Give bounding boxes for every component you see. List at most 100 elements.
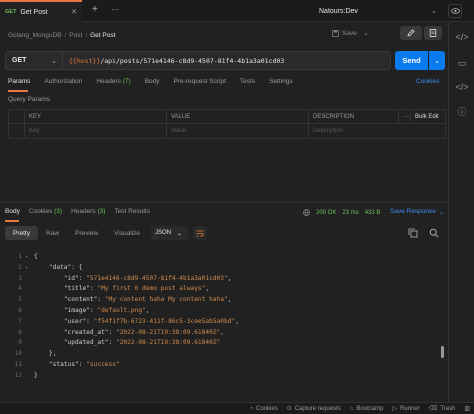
code-line: 2 ▾ "data": { (0, 263, 440, 273)
url-input[interactable]: {{host}}/api/posts/571e4146-c8d9-4507-81… (63, 51, 391, 70)
environment-quick-look-button[interactable] (448, 4, 462, 18)
response-tab-headers[interactable]: Headers (3) (71, 208, 105, 220)
code-line: 12} (0, 371, 440, 381)
column-header-key: KEY (25, 110, 167, 124)
tab-body[interactable]: Body (145, 78, 160, 90)
breadcrumb-folder[interactable]: Post (69, 32, 82, 39)
footer-trash[interactable]: ⌫ Trash (428, 405, 456, 413)
response-body-editor[interactable]: 1 ▾{2 ▾ "data": {3 "id": "571e4146-c8d9-45… (0, 252, 446, 392)
fold-toggle-icon[interactable]: ▾ (25, 263, 28, 273)
footer-cookies[interactable]: ◔ Cookies (249, 406, 277, 412)
close-icon[interactable]: ✕ (71, 8, 77, 16)
code-line: 11 "status": "success" (0, 360, 440, 370)
value-input[interactable]: Value (167, 124, 309, 138)
line-number: 7 (18, 317, 22, 325)
response-meta: 200 OK 23 ms 433 B (303, 209, 380, 216)
info-icon[interactable]: ⓘ (455, 104, 469, 118)
pane-divider[interactable] (0, 202, 448, 203)
save-response-button[interactable]: Save Response ⌄ (390, 208, 444, 216)
more-options-icon[interactable]: ··· (399, 110, 411, 124)
runner-icon: ▷ (392, 406, 398, 412)
code-line: 1 ▾ { (0, 252, 440, 262)
code-text: "status": "success" (48, 361, 120, 368)
view-raw[interactable]: Raw (38, 226, 67, 240)
chevron-down-icon: ⌄ (438, 209, 445, 216)
response-tab-body[interactable]: Body (5, 208, 20, 220)
tab-authorization[interactable]: Authorization (44, 78, 82, 90)
layout-toggle[interactable]: ▥ (464, 405, 470, 412)
response-tab-test-results[interactable]: Test Results (114, 208, 149, 220)
footer-bootcamp[interactable]: ⌂ Bootcamp (350, 406, 384, 412)
response-tab-headers-count: (3) (97, 208, 106, 215)
fold-toggle-icon[interactable]: ▾ (25, 252, 28, 262)
query-params-title: Query Params (8, 96, 50, 103)
layout-icon: ▥ (464, 406, 470, 412)
copy-icon[interactable] (408, 228, 418, 238)
tab-pre-request-script[interactable]: Pre-request Script (174, 78, 226, 90)
tab-params[interactable]: Params (8, 78, 30, 90)
code-icon[interactable]: </> (455, 80, 469, 94)
key-input[interactable]: Key (25, 124, 167, 138)
response-size[interactable]: 433 B (365, 210, 381, 216)
wrap-icon (196, 230, 204, 236)
scrollbar-thumb[interactable] (441, 346, 444, 358)
footer-capture-requests[interactable]: ⊙ Capture requests (287, 405, 341, 413)
breadcrumb-collection[interactable]: Golang_MongoDB (8, 32, 61, 39)
request-tabs: Params Authorization Headers (7) Body Pr… (8, 78, 293, 90)
tab-method-badge: GET (5, 9, 17, 15)
http-method-select[interactable]: GET ⌄ (5, 51, 63, 70)
checkbox-column (9, 110, 25, 124)
response-status[interactable]: 200 OK (316, 210, 336, 216)
response-format-select[interactable]: JSON ⌄ (151, 226, 188, 240)
response-tab-cookies[interactable]: Cookies (3) (29, 208, 62, 220)
code-text: "updated_at": "2022-08-21T19:38:09.61840… (63, 339, 221, 347)
tab-headers-count: (7) (122, 78, 131, 85)
send-button[interactable]: Send (395, 51, 428, 70)
footer-runner[interactable]: ▷ Runner (392, 405, 419, 413)
trash-icon: ⌫ (428, 406, 438, 412)
code-text: }, (34, 350, 57, 358)
api-icon[interactable]: </> (455, 30, 469, 44)
chevron-down-icon: ⌄ (177, 230, 183, 237)
edit-button[interactable] (400, 26, 422, 40)
code-text: "user": "f54f1f7b-6723-411f-86c5-3cee5ab… (63, 317, 239, 325)
row-checkbox (9, 124, 25, 138)
more-tabs-button[interactable]: ··· (111, 5, 119, 14)
description-input[interactable]: Description (309, 124, 445, 138)
code-text: "created_at": "2022-08-21T19:38:09.61840… (63, 328, 225, 336)
tab-settings[interactable]: Settings (269, 78, 293, 90)
save-button[interactable]: Save (328, 26, 360, 40)
cookie-icon: ◔ (249, 405, 254, 412)
environment-select[interactable]: Natours:Dev ⌄ (313, 3, 443, 19)
tab-get-post[interactable]: GET Get Post ✕ (0, 0, 82, 22)
status-bar: ◔ Cookies ⊙ Capture requests ⌂ Bootcamp ▷ Ru… (0, 402, 474, 414)
code-line: 4 "title": "My first 6 demo post always"… (0, 284, 440, 294)
line-number: 11 (14, 361, 22, 368)
line-number: 4 (18, 285, 22, 293)
response-tab-headers-label: Headers (71, 208, 96, 215)
breadcrumb-request[interactable]: Get Post (90, 32, 115, 39)
wrap-lines-button[interactable] (193, 226, 207, 240)
breadcrumb: Golang_MongoDB / Post / Get Post (8, 30, 115, 40)
code-line: 5 "content": "My content haha My content… (0, 295, 440, 305)
column-header-description: DESCRIPTION (309, 110, 399, 124)
comments-icon[interactable]: ▭ (455, 56, 469, 70)
save-options-button[interactable]: ⌄ (360, 26, 372, 40)
view-preview[interactable]: Preview (67, 226, 106, 240)
documentation-button[interactable] (424, 26, 442, 40)
cookies-link[interactable]: Cookies (416, 78, 439, 85)
response-time[interactable]: 23 ms (342, 210, 358, 216)
bulk-edit-button[interactable]: Bulk Edit (411, 110, 445, 124)
tab-tests[interactable]: Tests (240, 78, 255, 90)
send-options-button[interactable]: ⌄ (429, 51, 445, 70)
column-header-value: VALUE (167, 110, 309, 124)
tab-title: Get Post (20, 8, 48, 16)
view-visualize[interactable]: Visualize (106, 226, 148, 240)
search-icon[interactable] (429, 228, 439, 238)
tab-headers[interactable]: Headers (7) (96, 78, 130, 90)
footer-trash-label: Trash (440, 405, 456, 412)
add-tab-button[interactable]: + (92, 4, 98, 15)
bootcamp-icon: ⌂ (349, 405, 354, 412)
url-path: /api/posts/571e4146-c8d9-4507-81f4-4b1a3… (100, 56, 285, 65)
view-pretty[interactable]: Pretty (5, 226, 38, 240)
